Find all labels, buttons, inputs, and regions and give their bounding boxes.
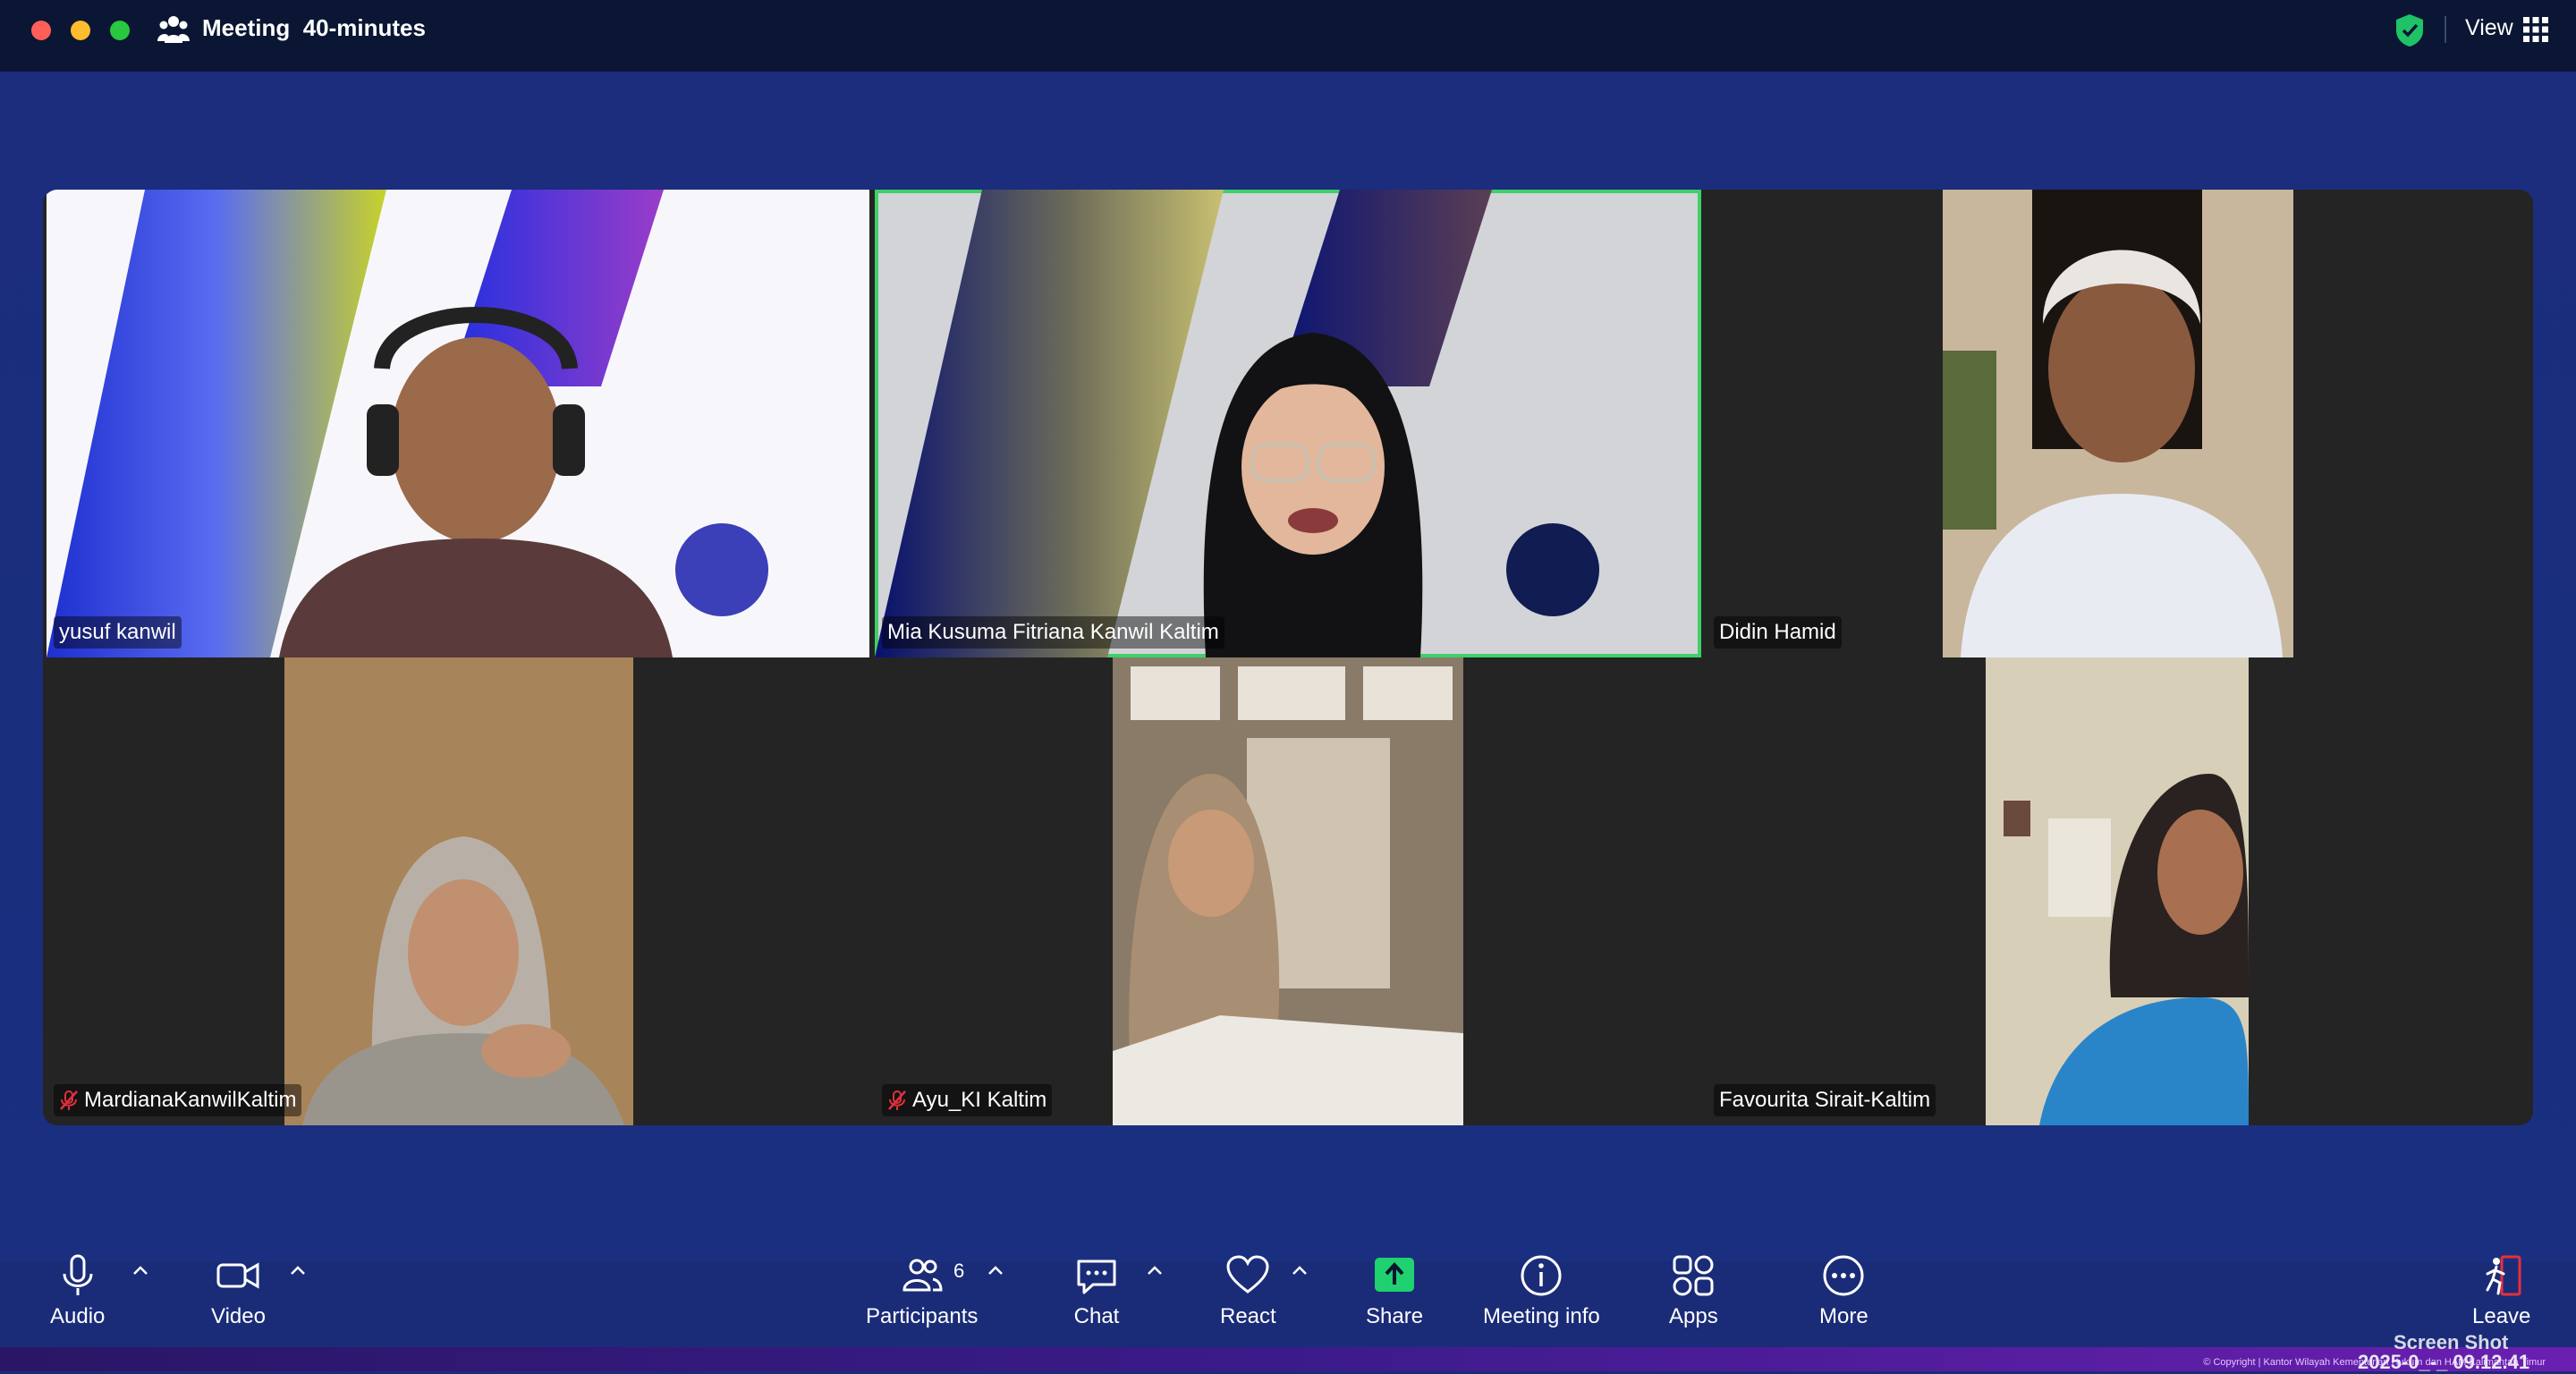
participant-video	[1203, 333, 1423, 657]
leave-label: Leave	[2472, 1304, 2531, 1328]
participants-group-icon	[157, 16, 190, 43]
participant-video	[1943, 190, 2293, 657]
react-options-caret-icon[interactable]	[1290, 1261, 1309, 1281]
participant-name-tag: Favourita Sirait-Kaltim	[1714, 1084, 1936, 1116]
video-tile-2-active-speaker[interactable]: Mia Kusuma Fitriana Kanwil Kaltim	[875, 190, 1701, 657]
leave-button[interactable]: Leave	[2472, 1252, 2530, 1329]
zoom-window-button[interactable]	[110, 21, 130, 40]
audio-label: Audio	[50, 1304, 106, 1328]
react-button[interactable]: React	[1220, 1252, 1276, 1329]
chat-button[interactable]: Chat	[1073, 1252, 1120, 1329]
apps-label: Apps	[1669, 1304, 1718, 1328]
chat-label: Chat	[1073, 1304, 1120, 1328]
mic-muted-icon	[888, 1090, 906, 1110]
audio-button[interactable]: Audio	[50, 1252, 105, 1329]
share-screen-icon	[1375, 1258, 1415, 1292]
meeting-title: Meeting 40-minutes	[202, 14, 426, 41]
participants-count: 6	[953, 1260, 965, 1282]
security-shield-icon[interactable]	[2394, 13, 2426, 48]
audio-options-caret-icon[interactable]	[131, 1261, 150, 1281]
participant-name-tag: yusuf kanwil	[54, 616, 182, 649]
mic-muted-icon	[60, 1090, 78, 1110]
video-tile-3[interactable]: Didin Hamid	[1707, 190, 2533, 657]
more-label: More	[1819, 1304, 1868, 1328]
gallery-grid-icon[interactable]	[2522, 16, 2549, 43]
participants-options-caret-icon[interactable]	[986, 1261, 1005, 1281]
video-options-caret-icon[interactable]	[288, 1261, 308, 1281]
video-tile-1[interactable]: yusuf kanwil	[47, 190, 869, 657]
more-button[interactable]: More	[1819, 1252, 1868, 1329]
screenshot-time: 2025-0_-_ 09.12.41	[2358, 1351, 2530, 1373]
title-bar: Meeting 40-minutes View	[0, 0, 2576, 72]
video-label: Video	[211, 1304, 266, 1328]
share-button[interactable]: Share	[1366, 1252, 1423, 1329]
apps-icon	[1673, 1255, 1714, 1296]
participant-name-tag: Ayu_KI Kaltim	[882, 1084, 1053, 1116]
video-tile-6[interactable]: Favourita Sirait-Kaltim	[1707, 657, 2533, 1125]
chat-options-caret-icon[interactable]	[1145, 1261, 1165, 1281]
participant-video	[284, 657, 633, 1125]
minimize-window-button[interactable]	[71, 21, 90, 40]
participant-video	[1986, 657, 2249, 1125]
video-button[interactable]: Video	[211, 1252, 266, 1329]
more-dots-icon	[1823, 1255, 1864, 1296]
participant-name-tag: Mia Kusuma Fitriana Kanwil Kaltim	[882, 616, 1224, 649]
video-tile-4[interactable]: MardianaKanwilKaltim	[47, 657, 869, 1125]
participant-video	[1113, 657, 1463, 1125]
participant-video	[279, 307, 673, 657]
participant-name-tag: Didin Hamid	[1714, 616, 1842, 649]
video-gallery: yusuf kanwil Mia Kusuma Fitriana Kanwil …	[43, 190, 2533, 1125]
view-button[interactable]: View	[2465, 15, 2513, 41]
video-camera-icon	[216, 1262, 259, 1289]
microphone-icon	[63, 1254, 93, 1295]
chat-bubble-icon	[1077, 1260, 1116, 1294]
video-tile-5[interactable]: Ayu_KI Kaltim	[875, 657, 1701, 1125]
close-window-button[interactable]	[31, 21, 51, 40]
desktop-footer-bar: © Copyright | Kantor Wilayah Kementerian…	[0, 1347, 2576, 1371]
meeting-controls-toolbar: Audio Video Participants 6 Chat React Sh…	[0, 1234, 2576, 1342]
share-label: Share	[1366, 1304, 1424, 1328]
participant-name-tag: MardianaKanwilKaltim	[54, 1084, 302, 1116]
meeting-info-label: Meeting info	[1483, 1304, 1600, 1328]
heart-icon	[1226, 1255, 1269, 1293]
title-divider	[2445, 16, 2446, 43]
react-label: React	[1220, 1304, 1276, 1328]
info-icon	[1521, 1255, 1562, 1296]
participants-icon	[902, 1259, 943, 1292]
apps-button[interactable]: Apps	[1669, 1252, 1718, 1329]
meeting-info-button[interactable]: Meeting info	[1483, 1252, 1600, 1329]
participants-label: Participants	[866, 1304, 979, 1328]
leave-exit-icon	[2486, 1255, 2521, 1296]
